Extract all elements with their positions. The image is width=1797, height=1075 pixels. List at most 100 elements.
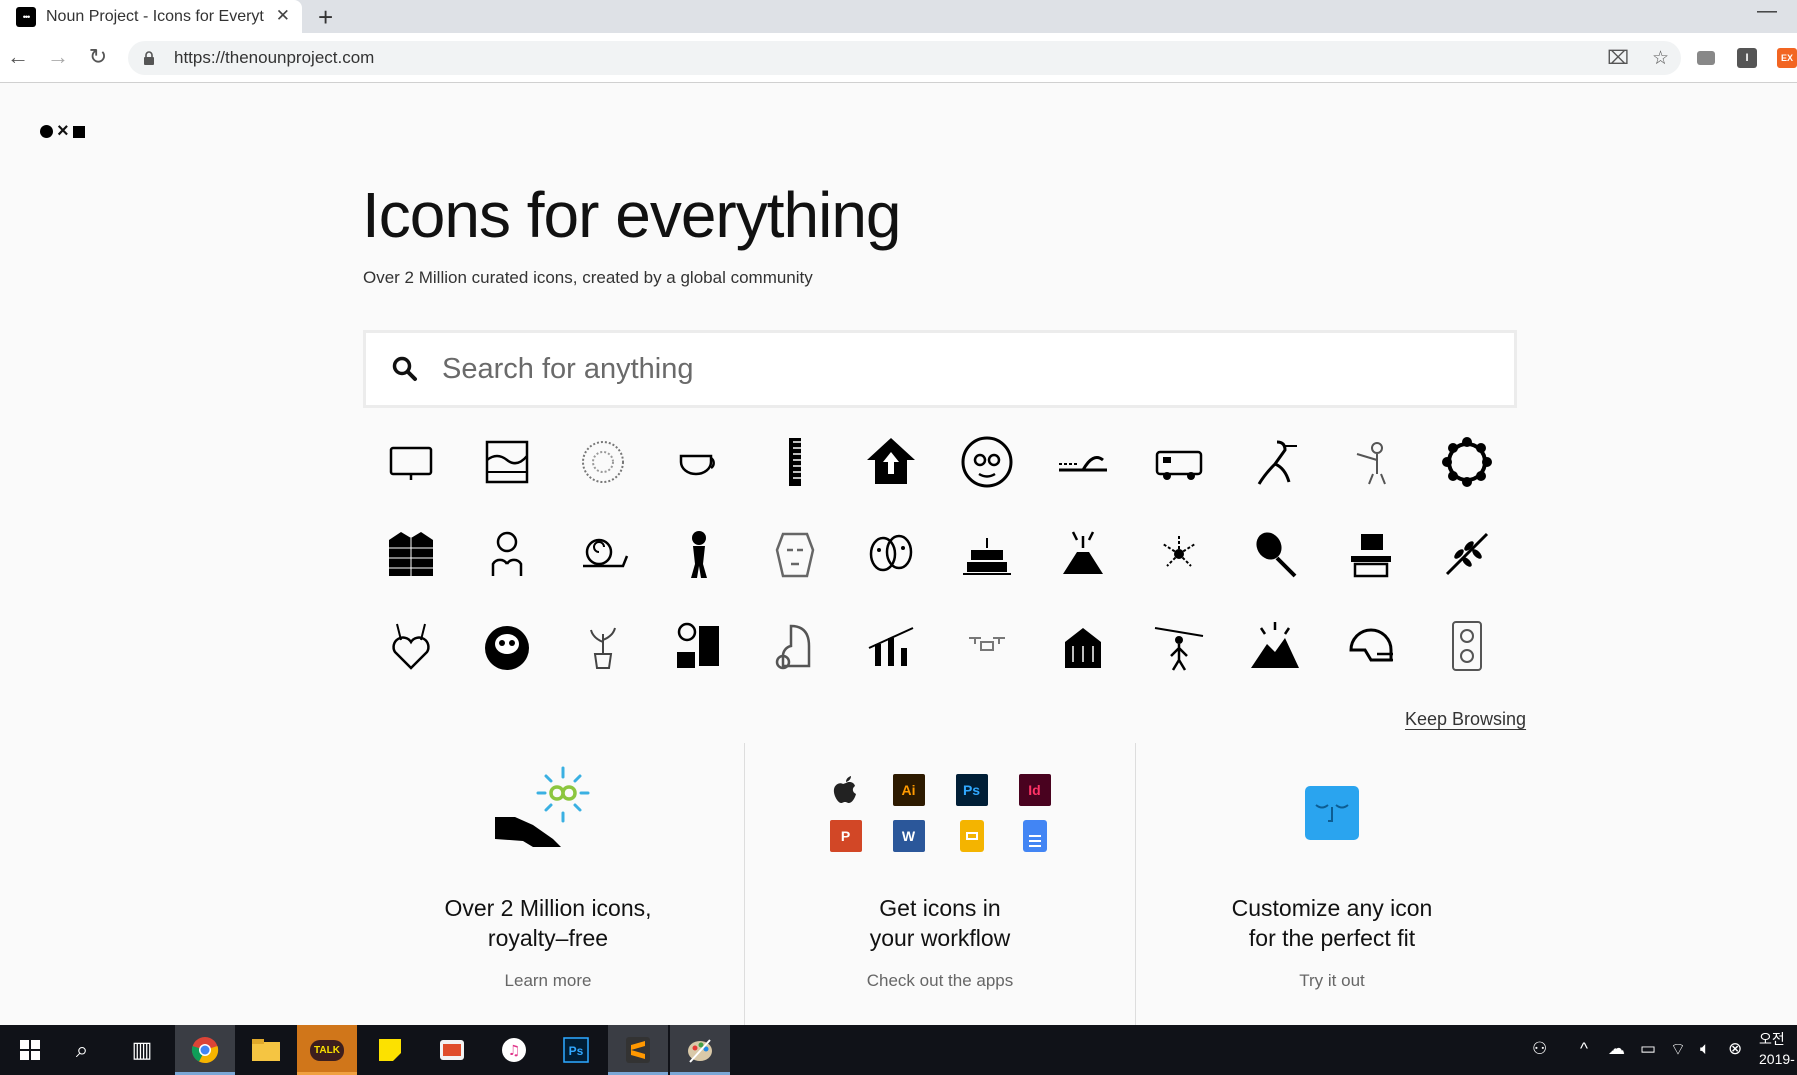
file-explorer-icon[interactable]: [236, 1025, 296, 1075]
browser-tab[interactable]: ••• Noun Project - Icons for Everyth ✕: [0, 0, 302, 33]
face-glasses-icon[interactable]: [939, 416, 1035, 508]
potted-plant-icon[interactable]: [555, 600, 651, 692]
kakaotalk-icon[interactable]: TALK: [297, 1025, 357, 1075]
landscape-icon[interactable]: [459, 416, 555, 508]
person-pointing-icon[interactable]: [1323, 416, 1419, 508]
tennis-racket-icon[interactable]: [1227, 508, 1323, 600]
football-helmet-icon[interactable]: [1323, 600, 1419, 692]
browser-toolbar: ← → ↻ https://thenounproject.com ⌧ ☆ I E…: [0, 33, 1797, 83]
system-clock[interactable]: 오전 2019-: [1759, 1029, 1797, 1069]
feature-title: your workflow: [869, 925, 1011, 951]
apple-icon[interactable]: [830, 774, 862, 806]
branch-icon[interactable]: [1419, 508, 1515, 600]
heart-flowers-icon[interactable]: [363, 600, 459, 692]
indesign-icon[interactable]: Id: [1018, 774, 1051, 806]
mind-map-icon[interactable]: [459, 508, 555, 600]
feature-title: Over 2 Million icons,: [444, 895, 652, 921]
cake-icon[interactable]: [939, 508, 1035, 600]
house-arrow-icon[interactable]: [843, 416, 939, 508]
dog-cup-icon[interactable]: [747, 600, 843, 692]
kakaotalk-label: TALK: [310, 1039, 344, 1061]
media-app-icon[interactable]: [422, 1025, 482, 1075]
circle-people-icon[interactable]: [1419, 416, 1515, 508]
search-bar[interactable]: [363, 330, 1517, 408]
reload-icon[interactable]: ↻: [82, 41, 114, 73]
google-slides-icon[interactable]: [959, 820, 984, 852]
people-icon[interactable]: ⚇: [1532, 1039, 1547, 1059]
hand-infinity-icon: [495, 766, 590, 847]
keep-browsing-link[interactable]: Keep Browsing: [1405, 709, 1526, 730]
power-outlet-icon[interactable]: [1419, 600, 1515, 692]
feature-title: Customize any icon: [1231, 895, 1433, 921]
mountain-sunrise-icon[interactable]: [1227, 600, 1323, 692]
feature-title: royalty–free: [487, 925, 609, 951]
daruma-icon[interactable]: [459, 600, 555, 692]
drone-icon[interactable]: [939, 600, 1035, 692]
burning-building-icon[interactable]: [1035, 600, 1131, 692]
forward-icon[interactable]: →: [42, 41, 74, 73]
dandelion-icon[interactable]: [555, 416, 651, 508]
svg-text:Ps: Ps: [569, 1044, 584, 1058]
camper-van-icon[interactable]: [1131, 416, 1227, 508]
notification-status-icon[interactable]: ⊗: [1728, 1039, 1742, 1059]
teacup-icon[interactable]: [651, 416, 747, 508]
onedrive-icon[interactable]: ☁: [1608, 1039, 1625, 1059]
sublime-text-icon[interactable]: [608, 1025, 668, 1075]
jacket-icon[interactable]: [363, 508, 459, 600]
clock-time: 오전: [1759, 1031, 1785, 1047]
photoshop-icon[interactable]: Ps: [955, 774, 988, 806]
search-taskbar-icon[interactable]: ⌕: [52, 1025, 112, 1075]
address-bar[interactable]: https://thenounproject.com ⌧ ☆: [128, 41, 1681, 75]
zipline-icon[interactable]: [1131, 600, 1227, 692]
candles-icon[interactable]: [843, 600, 939, 692]
feature-customize: Customize any icon for the perfect fit T…: [1136, 743, 1528, 1025]
sticky-notes-icon[interactable]: [360, 1025, 420, 1075]
url-text[interactable]: https://thenounproject.com: [174, 48, 374, 68]
bookmark-star-icon[interactable]: ☆: [1652, 47, 1669, 70]
windows-start-icon[interactable]: [0, 1025, 60, 1075]
heron-icon[interactable]: [1227, 416, 1323, 508]
alien-icon[interactable]: [651, 508, 747, 600]
feature-title: for the perfect fit: [1248, 925, 1416, 951]
shop-icon[interactable]: [1323, 508, 1419, 600]
wifi-icon[interactable]: ⌔: [1670, 1039, 1686, 1060]
theater-masks-icon[interactable]: [843, 508, 939, 600]
search-input[interactable]: [442, 352, 1442, 386]
noun-project-logo[interactable]: ×: [40, 121, 85, 141]
snail-icon[interactable]: [555, 508, 651, 600]
close-tab-icon[interactable]: ✕: [276, 6, 290, 26]
powerpoint-icon[interactable]: P: [829, 820, 862, 852]
try-it-out-link[interactable]: Try it out: [1136, 971, 1528, 991]
fireworks-icon[interactable]: [1131, 508, 1227, 600]
itunes-icon[interactable]: ♫: [484, 1025, 544, 1075]
extension-ex-icon[interactable]: EX: [1777, 48, 1797, 68]
photoshop-taskbar-icon[interactable]: Ps: [546, 1025, 606, 1075]
road-sign-icon[interactable]: [1035, 416, 1131, 508]
google-docs-icon[interactable]: [1022, 820, 1047, 852]
volume-icon[interactable]: 🔈︎: [1700, 1039, 1710, 1059]
battery-icon[interactable]: ▭: [1640, 1039, 1656, 1059]
feature-royalty-free: Over 2 Million icons, royalty–free Learn…: [348, 743, 748, 1025]
extension-i-icon[interactable]: I: [1737, 48, 1757, 68]
new-tab-icon[interactable]: +: [318, 2, 333, 33]
translate-icon[interactable]: ⌧: [1607, 47, 1629, 70]
task-view-icon[interactable]: ▥: [112, 1025, 172, 1075]
warrior-mask-icon[interactable]: [747, 508, 843, 600]
volcano-icon[interactable]: [1035, 508, 1131, 600]
teamwork-icon[interactable]: [651, 600, 747, 692]
back-icon[interactable]: ←: [2, 41, 34, 73]
check-out-apps-link[interactable]: Check out the apps: [745, 971, 1135, 991]
svg-text:♫: ♫: [508, 1043, 521, 1059]
chrome-icon[interactable]: [175, 1025, 235, 1075]
windows-taskbar: ⌕ ▥ TALK ♫ Ps ⚇ ^ ☁ ▭ ⌔ 🔈︎ ⊗ 오전 2019-: [0, 1025, 1797, 1075]
word-icon[interactable]: W: [892, 820, 925, 852]
paint-app-icon[interactable]: [670, 1025, 730, 1075]
extension-cast-icon[interactable]: [1697, 51, 1715, 65]
minimize-window-icon[interactable]: —: [1757, 0, 1777, 23]
comb-icon[interactable]: [747, 416, 843, 508]
show-hidden-icons-icon[interactable]: ^: [1580, 1039, 1588, 1059]
illustrator-icon[interactable]: Ai: [892, 774, 925, 806]
monitor-icon[interactable]: [363, 416, 459, 508]
lock-icon: [144, 51, 154, 65]
learn-more-link[interactable]: Learn more: [348, 971, 748, 991]
